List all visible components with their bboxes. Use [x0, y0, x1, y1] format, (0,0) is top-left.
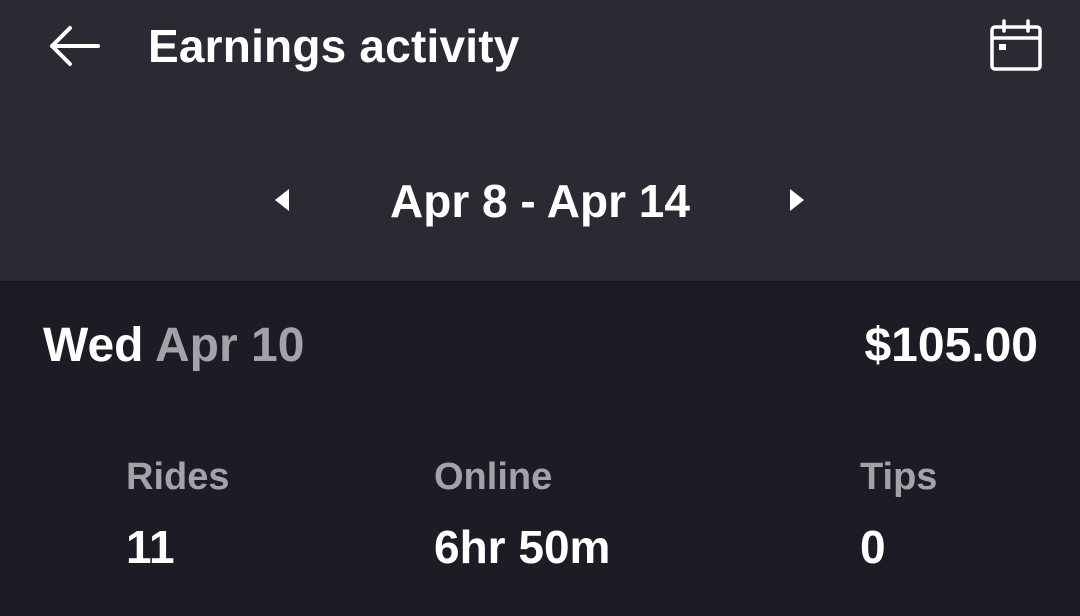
triangle-right-icon	[790, 189, 804, 211]
date-label: Apr 10	[155, 319, 305, 372]
stat-value: 0	[860, 521, 886, 573]
stat-label: Rides	[126, 456, 230, 498]
weekday-label: Wed	[43, 319, 144, 372]
back-button[interactable]	[38, 16, 110, 76]
week-range-label: Apr 8 - Apr 14	[390, 175, 690, 227]
stat-tips: Tips 0	[860, 452, 937, 574]
triangle-left-icon	[275, 189, 289, 211]
calendar-icon	[990, 19, 1042, 71]
header-panel: Earnings activity Apr 8 - Apr 14	[0, 0, 1080, 281]
stat-value: 11	[126, 521, 175, 573]
earnings-activity-screen: Earnings activity Apr 8 - Apr 14 Wed Apr…	[0, 0, 1080, 616]
day-heading[interactable]: Wed Apr 10	[43, 316, 304, 376]
day-total-amount: $105.00	[864, 319, 1038, 372]
stat-online: Online 6hr 50m	[434, 452, 610, 574]
page-title: Earnings activity	[148, 20, 520, 72]
arrow-left-icon	[50, 26, 100, 66]
calendar-button[interactable]	[982, 14, 1050, 78]
stat-value: 6hr 50m	[434, 521, 611, 573]
previous-week-button[interactable]	[259, 176, 303, 224]
stat-label: Online	[434, 456, 553, 498]
stat-rides: Rides 11	[126, 452, 229, 574]
next-week-button[interactable]	[776, 176, 820, 224]
stat-label: Tips	[860, 456, 938, 498]
